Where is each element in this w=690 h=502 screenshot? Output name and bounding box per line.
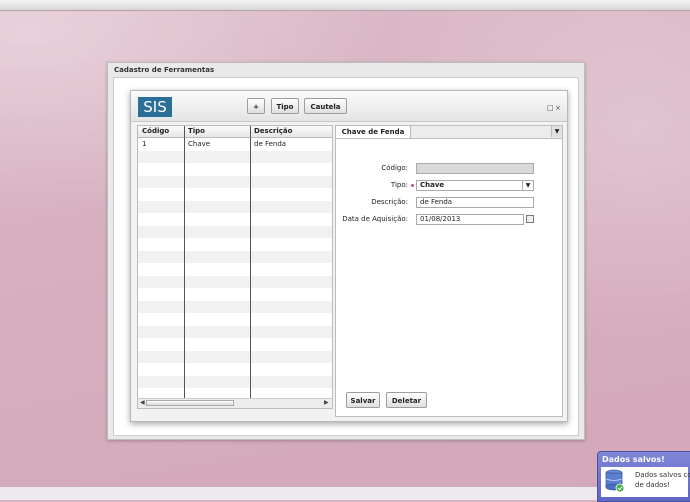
- cautela-button[interactable]: Cautela: [304, 98, 347, 114]
- notification-message: Dados salvos com de dados!: [635, 470, 690, 490]
- tipo-select[interactable]: Chave ▼: [416, 180, 534, 191]
- empty-table-row: [138, 250, 332, 263]
- tipo-select-value: Chave: [420, 181, 445, 189]
- deletar-button[interactable]: Deletar: [386, 392, 427, 408]
- cell-tipo: Chave: [188, 140, 211, 148]
- empty-table-row: [138, 188, 332, 200]
- browser-top-bar: [0, 0, 690, 11]
- column-header-descricao[interactable]: Descrição: [254, 127, 292, 135]
- notification-line-1: Dados salvos com: [635, 471, 690, 479]
- column-header-codigo[interactable]: Código: [142, 127, 169, 135]
- column-divider: [250, 126, 251, 408]
- tab-menu-chevron-icon[interactable]: ▼: [551, 126, 562, 137]
- descricao-field[interactable]: de Fenda: [416, 197, 534, 208]
- calendar-icon[interactable]: [526, 215, 534, 223]
- tipo-button[interactable]: Tipo: [271, 98, 299, 114]
- tab-chave-de-fenda[interactable]: Chave de Fenda: [336, 126, 411, 138]
- grid-header: Código Tipo Descrição: [138, 126, 332, 138]
- window-content: SIS + Tipo Cautela □ × Código Tipo Descr…: [113, 77, 579, 436]
- scroll-left-icon[interactable]: ◀: [140, 399, 145, 406]
- column-divider: [184, 126, 185, 408]
- empty-table-row: [138, 363, 332, 375]
- horizontal-scrollbar[interactable]: ◀ ▶: [138, 398, 332, 408]
- detail-panel: Chave de Fenda ▼ Código: Tipo: Chave ▼ D…: [335, 125, 563, 417]
- codigo-label: Código:: [381, 164, 408, 172]
- empty-table-row: [138, 313, 332, 325]
- empty-table-row: [138, 163, 332, 175]
- tipo-label: Tipo:: [390, 181, 408, 189]
- page-bottom-bar: [0, 487, 690, 500]
- empty-table-row: [138, 275, 332, 288]
- required-marker: [411, 184, 414, 187]
- cell-codigo: 1: [142, 140, 147, 148]
- add-button[interactable]: +: [247, 98, 265, 114]
- table-row[interactable]: 1 Chave de Fenda: [138, 138, 332, 150]
- cadastro-window: Cadastro de Ferramentas SIS + Tipo Caute…: [107, 62, 585, 440]
- salvar-button[interactable]: Salvar: [346, 392, 380, 408]
- database-icon: [605, 469, 625, 493]
- toolbar: SIS + Tipo Cautela □ ×: [131, 91, 567, 122]
- close-icon[interactable]: ×: [555, 104, 561, 112]
- empty-table-row: [138, 213, 332, 225]
- restore-icon[interactable]: □: [547, 104, 554, 112]
- empty-table-row: [138, 238, 332, 250]
- cell-descricao: de Fenda: [254, 140, 287, 148]
- empty-table-row: [138, 338, 332, 350]
- notification-toast[interactable]: Dados salvos! Dados salvos com de dados!: [597, 451, 690, 502]
- tab-strip: Chave de Fenda ▼: [336, 126, 562, 139]
- window-title: Cadastro de Ferramentas: [114, 66, 215, 74]
- data-aquisicao-field[interactable]: 01/08/2013: [416, 214, 524, 225]
- descricao-label: Descrição:: [371, 198, 408, 206]
- scroll-right-icon[interactable]: ▶: [324, 399, 329, 406]
- notification-title: Dados salvos!: [602, 455, 665, 464]
- empty-table-row: [138, 263, 332, 275]
- notification-body: Dados salvos com de dados!: [601, 467, 690, 497]
- tools-grid: Código Tipo Descrição 1 Chave de Fenda ◀…: [137, 125, 333, 409]
- empty-table-row: [138, 325, 332, 338]
- data-aquisicao-label: Data de Aquisição:: [342, 215, 408, 223]
- empty-table-row: [138, 350, 332, 363]
- notification-line-2: de dados!: [635, 481, 670, 489]
- empty-table-row: [138, 300, 332, 313]
- main-panel: SIS + Tipo Cautela □ × Código Tipo Descr…: [130, 90, 568, 422]
- empty-table-row: [138, 288, 332, 300]
- empty-table-row: [138, 150, 332, 163]
- chevron-down-icon[interactable]: ▼: [522, 181, 533, 190]
- sis-logo: SIS: [138, 97, 172, 117]
- column-header-tipo[interactable]: Tipo: [188, 127, 205, 135]
- codigo-field[interactable]: [416, 163, 534, 174]
- scroll-thumb[interactable]: [146, 400, 234, 406]
- empty-table-row: [138, 225, 332, 238]
- empty-table-row: [138, 375, 332, 388]
- empty-table-row: [138, 175, 332, 188]
- empty-table-row: [138, 200, 332, 213]
